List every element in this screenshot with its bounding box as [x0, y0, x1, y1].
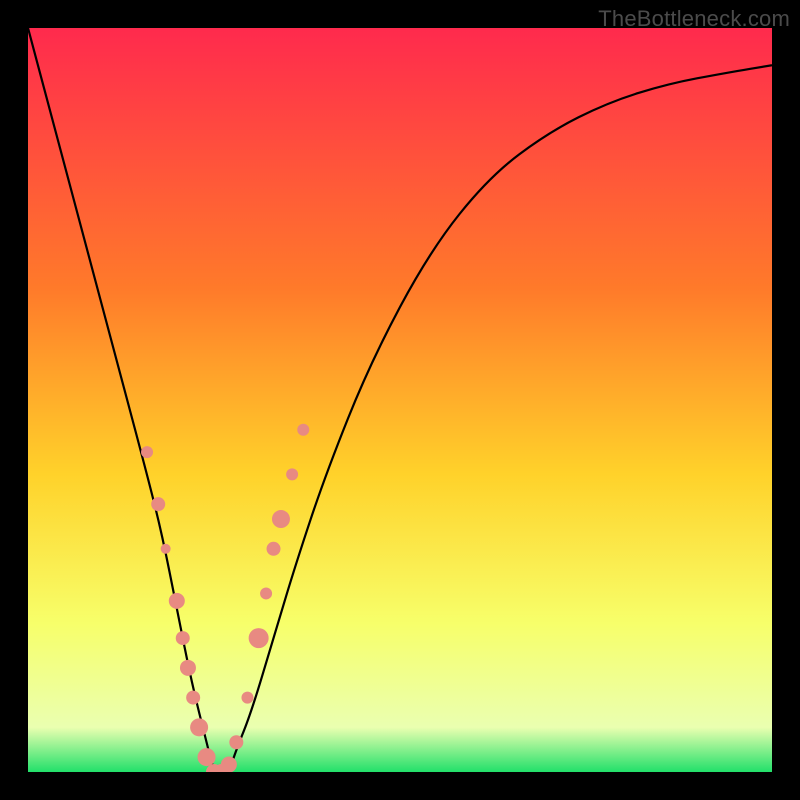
data-marker: [180, 660, 196, 676]
data-marker: [151, 497, 165, 511]
data-marker: [272, 510, 290, 528]
chart-frame: TheBottleneck.com: [0, 0, 800, 800]
data-marker: [249, 628, 269, 648]
data-marker: [297, 424, 309, 436]
data-marker: [221, 757, 237, 772]
gradient-background: [28, 28, 772, 772]
data-marker: [169, 593, 185, 609]
data-marker: [260, 587, 272, 599]
data-marker: [198, 748, 216, 766]
data-marker: [141, 446, 153, 458]
data-marker: [229, 735, 243, 749]
data-marker: [286, 468, 298, 480]
data-marker: [186, 691, 200, 705]
data-marker: [267, 542, 281, 556]
data-marker: [241, 692, 253, 704]
data-marker: [190, 718, 208, 736]
plot-area: [28, 28, 772, 772]
data-marker: [176, 631, 190, 645]
chart-svg: [28, 28, 772, 772]
data-marker: [161, 544, 171, 554]
